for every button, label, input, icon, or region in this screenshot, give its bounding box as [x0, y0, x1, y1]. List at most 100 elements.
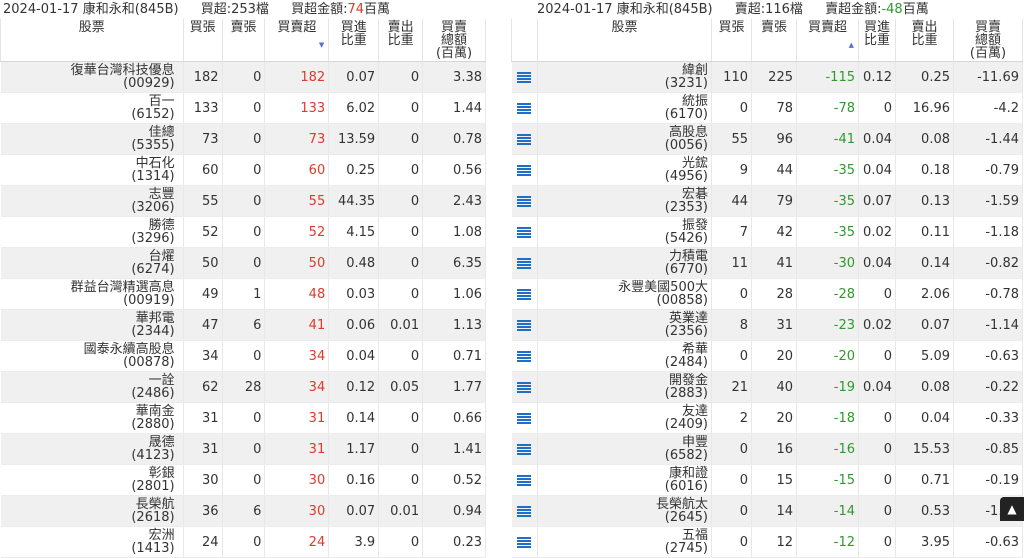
table-row[interactable]: 國泰永續高股息 (00878) 34 0 34 0.04 0 0.71	[0, 340, 486, 372]
stock-cell[interactable]: 群益台灣精選高息 (00919)	[0, 278, 184, 310]
table-row[interactable]: 華南金 (2880) 31 0 31 0.14 0 0.66	[0, 402, 486, 434]
stock-cell[interactable]: 勝德 (3296)	[0, 216, 184, 248]
col-net[interactable]: 買賣超 ▲	[796, 19, 859, 62]
col-buy-ratio[interactable]: 買進 比重	[328, 19, 380, 62]
col-buy-ratio[interactable]: 買進 比重	[858, 19, 896, 62]
row-menu-button[interactable]	[511, 92, 538, 124]
stock-cell[interactable]: 長榮航 (2618)	[0, 495, 184, 527]
stock-cell[interactable]: 開發金 (2883)	[537, 371, 712, 403]
stock-cell[interactable]: 申豐 (6582)	[537, 433, 712, 465]
stock-cell[interactable]: 統振 (6170)	[537, 92, 712, 124]
row-menu-button[interactable]	[511, 154, 538, 186]
row-menu-button[interactable]	[511, 309, 538, 341]
table-row[interactable]: 復華台灣科技優息 (00929) 182 0 182 0.07 0 3.38	[0, 61, 486, 93]
table-row[interactable]: 勝德 (3296) 52 0 52 4.15 0 1.08	[0, 216, 486, 248]
stock-cell[interactable]: 華邦電 (2344)	[0, 309, 184, 341]
row-menu-button[interactable]	[511, 495, 538, 527]
row-menu-button[interactable]	[511, 278, 538, 310]
table-row[interactable]: 申豐 (6582) 0 16 -16 0 15.53 -0.85	[511, 433, 1023, 465]
row-menu-button[interactable]	[511, 526, 538, 558]
stock-cell[interactable]: 志豐 (3206)	[0, 185, 184, 217]
table-row[interactable]: 緯創 (3231) 110 225 -115 0.12 0.25 -11.69	[511, 61, 1023, 93]
stock-cell[interactable]: 復華台灣科技優息 (00929)	[0, 61, 184, 93]
row-menu-button[interactable]	[511, 464, 538, 496]
row-menu-button[interactable]	[511, 185, 538, 217]
col-amount[interactable]: 買賣 總額 (百萬)	[953, 19, 1023, 62]
stock-cell[interactable]: 希華 (2484)	[537, 340, 712, 372]
table-row[interactable]: 高股息 (0056) 55 96 -41 0.04 0.08 -1.44	[511, 123, 1023, 155]
stock-name[interactable]: 宏洲	[4, 529, 175, 542]
total-amount: -0.22	[953, 371, 1023, 403]
col-sell[interactable]: 賣張	[222, 19, 266, 62]
row-menu-button[interactable]	[511, 216, 538, 248]
table-row[interactable]: 志豐 (3206) 55 0 55 44.35 0 2.43	[0, 185, 486, 217]
row-menu-button[interactable]	[511, 402, 538, 434]
stock-cell[interactable]: 五福 (2745)	[537, 526, 712, 558]
stock-cell[interactable]: 宏碁 (2353)	[537, 185, 712, 217]
row-menu-button[interactable]	[511, 123, 538, 155]
row-menu-button[interactable]	[511, 340, 538, 372]
table-row[interactable]: 康和證 (6016) 0 15 -15 0 0.71 -0.19	[511, 464, 1023, 496]
stock-cell[interactable]: 彰銀 (2801)	[0, 464, 184, 496]
sell-ratio: 15.53	[895, 433, 954, 465]
stock-cell[interactable]: 力積電 (6770)	[537, 247, 712, 279]
col-sell-ratio[interactable]: 賣出 比重	[378, 19, 424, 62]
col-sell[interactable]: 賣張	[751, 19, 797, 62]
stock-name[interactable]: 五福	[541, 529, 708, 542]
stock-cell[interactable]: 國泰永續高股息 (00878)	[0, 340, 184, 372]
table-row[interactable]: 佳總 (5355) 73 0 73 13.59 0 0.78	[0, 123, 486, 155]
row-menu-button[interactable]	[511, 61, 538, 93]
stock-cell[interactable]: 康和證 (6016)	[537, 464, 712, 496]
scroll-top-button[interactable]: ▲	[1000, 497, 1024, 521]
stock-cell[interactable]: 宏洲 (1413)	[0, 526, 184, 558]
stock-cell[interactable]: 百一 (6152)	[0, 92, 184, 124]
table-row[interactable]: 宏碁 (2353) 44 79 -35 0.07 0.13 -1.59	[511, 185, 1023, 217]
col-amount[interactable]: 買賣 總額 (百萬)	[422, 19, 486, 62]
stock-cell[interactable]: 台燿 (6274)	[0, 247, 184, 279]
stock-cell[interactable]: 友達 (2409)	[537, 402, 712, 434]
stock-cell[interactable]: 高股息 (0056)	[537, 123, 712, 155]
table-row[interactable]: 永豐美國500大 (00858) 0 28 -28 0 2.06 -0.78	[511, 278, 1023, 310]
table-row[interactable]: 友達 (2409) 2 20 -18 0 0.04 -0.33	[511, 402, 1023, 434]
table-row[interactable]: 華邦電 (2344) 47 6 41 0.06 0.01 1.13	[0, 309, 486, 341]
stock-cell[interactable]: 一詮 (2486)	[0, 371, 184, 403]
col-buy[interactable]: 買張	[711, 19, 752, 62]
table-row[interactable]: 晟德 (4123) 31 0 31 1.17 0 1.41	[0, 433, 486, 465]
stock-cell[interactable]: 中石化 (1314)	[0, 154, 184, 186]
table-row[interactable]: 一詮 (2486) 62 28 34 0.12 0.05 1.77	[0, 371, 486, 403]
row-menu-button[interactable]	[511, 433, 538, 465]
table-row[interactable]: 彰銀 (2801) 30 0 30 0.16 0 0.52	[0, 464, 486, 496]
table-row[interactable]: 中石化 (1314) 60 0 60 0.25 0 0.56	[0, 154, 486, 186]
stock-cell[interactable]: 振發 (5426)	[537, 216, 712, 248]
table-row[interactable]: 百一 (6152) 133 0 133 6.02 0 1.44	[0, 92, 486, 124]
stock-cell[interactable]: 晟德 (4123)	[0, 433, 184, 465]
stock-cell[interactable]: 永豐美國500大 (00858)	[537, 278, 712, 310]
table-row[interactable]: 台燿 (6274) 50 0 50 0.48 0 6.35	[0, 247, 486, 279]
sell-ratio: 0.14	[895, 247, 954, 279]
table-row[interactable]: 振發 (5426) 7 42 -35 0.02 0.11 -1.18	[511, 216, 1023, 248]
table-row[interactable]: 力積電 (6770) 11 41 -30 0.04 0.14 -0.82	[511, 247, 1023, 279]
table-row[interactable]: 長榮航太(2645)014-1400.53-1.41	[511, 495, 1023, 527]
stock-cell[interactable]: 光鋐 (4956)	[537, 154, 712, 186]
table-row[interactable]: 希華 (2484) 0 20 -20 0 5.09 -0.63	[511, 340, 1023, 372]
table-row[interactable]: 宏洲 (1413) 24 0 24 3.9 0 0.23	[0, 526, 486, 558]
stock-cell[interactable]: 華南金 (2880)	[0, 402, 184, 434]
table-row[interactable]: 英業達 (2356) 8 31 -23 0.02 0.07 -1.14	[511, 309, 1023, 341]
table-row[interactable]: 光鋐 (4956) 9 44 -35 0.04 0.18 -0.79	[511, 154, 1023, 186]
stock-cell[interactable]: 長榮航太 (2645)	[537, 495, 712, 527]
table-row[interactable]: 五福 (2745) 0 12 -12 0 3.95 -0.63	[511, 526, 1023, 558]
table-row[interactable]: 群益台灣精選高息 (00919) 49 1 48 0.03 0 1.06	[0, 278, 486, 310]
stock-cell[interactable]: 佳總 (5355)	[0, 123, 184, 155]
table-row[interactable]: 長榮航 (2618) 36 6 30 0.07 0.01 0.94	[0, 495, 486, 527]
col-sell-ratio[interactable]: 賣出 比重	[895, 19, 954, 62]
row-menu-button[interactable]	[511, 371, 538, 403]
row-menu-button[interactable]	[511, 247, 538, 279]
col-stock[interactable]: 股票	[0, 19, 184, 62]
col-stock[interactable]: 股票	[537, 19, 712, 62]
col-buy[interactable]: 買張	[183, 19, 223, 62]
stock-cell[interactable]: 英業達 (2356)	[537, 309, 712, 341]
table-row[interactable]: 開發金 (2883) 21 40 -19 0.04 0.08 -0.22	[511, 371, 1023, 403]
table-row[interactable]: 統振 (6170) 0 78 -78 0 16.96 -4.2	[511, 92, 1023, 124]
stock-cell[interactable]: 緯創 (3231)	[537, 61, 712, 93]
col-net[interactable]: 買賣超 ▼	[264, 19, 330, 62]
